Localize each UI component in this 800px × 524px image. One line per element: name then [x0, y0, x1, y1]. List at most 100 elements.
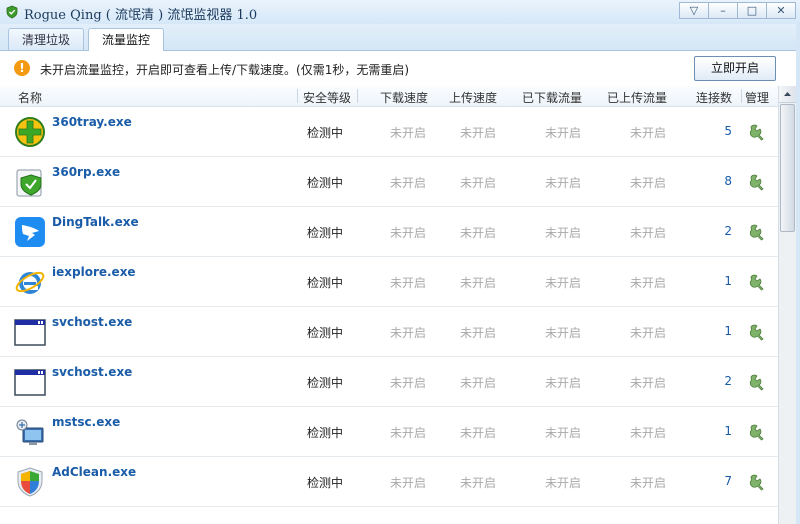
uploaded-traffic: 未开启 [630, 376, 667, 390]
upload-speed: 未开启 [460, 176, 497, 190]
downloaded-traffic: 未开启 [545, 376, 582, 390]
upload-speed: 未开启 [460, 276, 497, 290]
window-title: Rogue Qing ( 流氓清 ) 流氓监视器 1.0 [24, 8, 258, 23]
wrench-icon[interactable] [748, 223, 766, 241]
column-divider [357, 89, 358, 103]
uploaded-traffic: 未开启 [630, 226, 667, 240]
upload-speed: 未开启 [460, 476, 497, 490]
wrench-icon[interactable] [748, 273, 766, 291]
wrench-icon[interactable] [748, 123, 766, 141]
scroll-up-button[interactable] [779, 86, 796, 103]
process-name: svchost.exe [52, 365, 133, 379]
column-security[interactable]: 安全等级 [303, 89, 351, 106]
notice-bar: ! 未开启流量监控，开启即可查看上传/下载速度。(仅需1秒，无需重启) [0, 51, 800, 87]
uploaded-traffic: 未开启 [630, 176, 667, 190]
adclean-shield-icon [17, 467, 43, 497]
connection-count[interactable]: 8 [710, 174, 732, 188]
close-button[interactable]: ✕ [766, 2, 796, 19]
download-speed: 未开启 [390, 226, 427, 240]
download-speed: 未开启 [390, 326, 427, 340]
downloaded-traffic: 未开启 [545, 176, 582, 190]
column-name[interactable]: 名称 [18, 89, 42, 106]
table-header: 名称 安全等级 下载速度 上传速度 已下载流量 已上传流量 连接数 管理 [0, 86, 778, 107]
uploaded-traffic: 未开启 [630, 426, 667, 440]
upload-speed: 未开启 [460, 126, 497, 140]
connection-count[interactable]: 1 [710, 324, 732, 338]
wrench-icon[interactable] [748, 473, 766, 491]
security-level: 检测中 [307, 126, 344, 140]
download-speed: 未开启 [390, 426, 427, 440]
enable-now-button[interactable]: 立即开启 [694, 56, 776, 81]
downloaded-traffic: 未开启 [545, 476, 582, 490]
table-row[interactable]: 360rp.exe 检测中 未开启 未开启 未开启 未开启 8 [0, 157, 778, 207]
download-speed: 未开启 [390, 376, 427, 390]
uploaded-traffic: 未开启 [630, 326, 667, 340]
process-list: 360tray.exe 检测中 未开启 未开启 未开启 未开启 5 360rp.… [0, 107, 778, 524]
dingtalk-icon [15, 217, 45, 247]
process-name: AdClean.exe [52, 465, 137, 479]
minimize-button[interactable]: – [708, 2, 738, 19]
360rp-icon [16, 169, 42, 197]
column-divider [297, 89, 298, 103]
upload-speed: 未开启 [460, 226, 497, 240]
title-bar: Rogue Qing ( 流氓清 ) 流氓监视器 1.0 ▽ – □ ✕ [0, 0, 800, 25]
security-level: 检测中 [307, 326, 344, 340]
table-row[interactable]: iexplore.exe 检测中 未开启 未开启 未开启 未开启 1 [0, 257, 778, 307]
menu-dropdown-button[interactable]: ▽ [679, 2, 709, 19]
table-row[interactable]: svchost.exe 检测中 未开启 未开启 未开启 未开启 1 [0, 307, 778, 357]
downloaded-traffic: 未开启 [545, 126, 582, 140]
tab-bar: 清理垃圾 流量监控 [0, 24, 800, 51]
arrow-up-icon [784, 92, 791, 96]
security-level: 检测中 [307, 226, 344, 240]
process-name: 360rp.exe [52, 165, 121, 179]
wrench-icon[interactable] [748, 423, 766, 441]
process-name: iexplore.exe [52, 265, 136, 279]
uploaded-traffic: 未开启 [630, 276, 667, 290]
security-level: 检测中 [307, 376, 344, 390]
security-level: 检测中 [307, 176, 344, 190]
window-frame [796, 24, 800, 524]
app-shield-icon [6, 5, 18, 19]
wrench-icon[interactable] [748, 323, 766, 341]
wrench-icon[interactable] [748, 373, 766, 391]
upload-speed: 未开启 [460, 426, 497, 440]
column-connections[interactable]: 连接数 [696, 89, 732, 106]
process-name: DingTalk.exe [52, 215, 139, 229]
column-uploaded[interactable]: 已上传流量 [607, 89, 667, 106]
wrench-icon[interactable] [748, 173, 766, 191]
window-app-icon [14, 369, 46, 396]
process-name: svchost.exe [52, 315, 133, 329]
scroll-thumb[interactable] [780, 104, 795, 232]
360tray-icon [15, 117, 45, 147]
table-row[interactable]: mstsc.exe 检测中 未开启 未开启 未开启 未开启 1 [0, 407, 778, 457]
column-down-speed[interactable]: 下载速度 [380, 89, 428, 106]
table-row[interactable]: 360tray.exe 检测中 未开启 未开启 未开启 未开启 5 [0, 107, 778, 157]
window-app-icon [14, 319, 46, 346]
vertical-scrollbar[interactable] [778, 86, 796, 524]
table-row[interactable]: DingTalk.exe 检测中 未开启 未开启 未开启 未开启 2 [0, 207, 778, 257]
table-row[interactable]: AdClean.exe 检测中 未开启 未开启 未开启 未开启 7 [0, 457, 778, 507]
download-speed: 未开启 [390, 276, 427, 290]
connection-count[interactable]: 2 [710, 374, 732, 388]
connection-count[interactable]: 1 [710, 274, 732, 288]
warning-icon: ! [14, 60, 30, 76]
connection-count[interactable]: 1 [710, 424, 732, 438]
connection-count[interactable]: 2 [710, 224, 732, 238]
download-speed: 未开启 [390, 126, 427, 140]
tab-clean-junk[interactable]: 清理垃圾 [8, 28, 84, 50]
column-up-speed[interactable]: 上传速度 [449, 89, 497, 106]
notice-text: 未开启流量监控，开启即可查看上传/下载速度。(仅需1秒，无需重启) [40, 63, 410, 77]
column-downloaded[interactable]: 已下载流量 [522, 89, 582, 106]
column-divider [741, 89, 742, 103]
connection-count[interactable]: 5 [710, 124, 732, 138]
process-name: mstsc.exe [52, 415, 121, 429]
column-manage[interactable]: 管理 [745, 89, 769, 106]
download-speed: 未开启 [390, 176, 427, 190]
connection-count[interactable]: 7 [710, 474, 732, 488]
process-name: 360tray.exe [52, 115, 132, 129]
tab-traffic-monitor[interactable]: 流量监控 [88, 28, 164, 51]
table-row[interactable]: svchost.exe 检测中 未开启 未开启 未开启 未开启 2 [0, 357, 778, 407]
upload-speed: 未开启 [460, 326, 497, 340]
download-speed: 未开启 [390, 476, 427, 490]
maximize-button[interactable]: □ [737, 2, 767, 19]
